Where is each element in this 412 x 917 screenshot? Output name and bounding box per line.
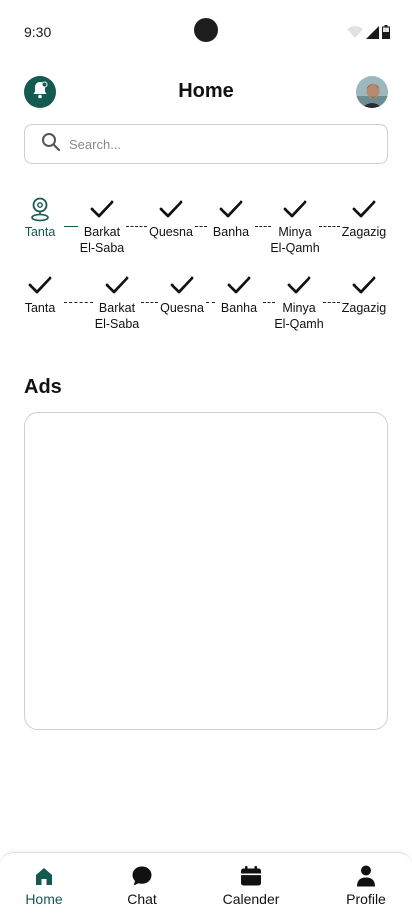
check-icon (158, 196, 184, 222)
step-label: Barkat El-Saba (94, 301, 140, 331)
check-icon (226, 272, 252, 298)
nav-label-calender: Calender (222, 891, 280, 907)
step-label: Minya El-Qamh (274, 301, 324, 331)
check-icon (104, 272, 130, 298)
calendar-icon (240, 865, 262, 887)
check-icon (286, 272, 312, 298)
location-pin-icon (27, 196, 53, 222)
camera-cutout (194, 18, 218, 42)
route-stepper-row-2: Tanta Barkat El-Saba Quesna Banha Minya El-Qam… (0, 272, 412, 336)
step-label: Quesna (149, 225, 193, 239)
status-icons (347, 25, 390, 44)
step-label: Zagazig (341, 225, 387, 239)
check-icon (282, 196, 308, 222)
page-title: Home (178, 80, 234, 102)
check-icon (89, 196, 115, 222)
search-input[interactable] (69, 136, 349, 152)
check-icon (169, 272, 195, 298)
step-label: Tanta (24, 301, 56, 315)
nav-label-profile: Profile (346, 891, 386, 907)
check-icon (351, 272, 377, 298)
check-icon (27, 272, 53, 298)
search-bar[interactable] (24, 124, 388, 164)
step-label: Banha (220, 301, 258, 315)
ads-heading: Ads (24, 376, 62, 398)
app-header: Home (0, 76, 412, 108)
bottom-nav: Home Chat Calender Profile (0, 852, 412, 917)
cellular-signal-icon (366, 25, 379, 44)
step-label: Quesna (160, 301, 204, 315)
chat-bubble-icon (131, 865, 153, 887)
route-stepper-row-1: Tanta Barkat El-Saba Quesna Banha Minya El-Qam… (0, 196, 412, 260)
check-icon (218, 196, 244, 222)
route-step[interactable]: Banha (195, 196, 267, 240)
nav-item-home[interactable]: Home (4, 865, 84, 907)
nav-label-home: Home (25, 891, 63, 907)
nav-item-profile[interactable]: Profile (326, 865, 406, 907)
status-bar: 9:30 (0, 0, 412, 64)
route-step[interactable]: Zagazig (328, 272, 400, 316)
wifi-icon (347, 25, 363, 44)
step-label: Tanta (24, 225, 56, 239)
step-label: Zagazig (341, 301, 387, 315)
check-icon (351, 196, 377, 222)
route-step[interactable]: Tanta (4, 272, 76, 316)
person-icon (355, 865, 377, 887)
step-label: Barkat El-Saba (79, 225, 125, 255)
ads-container (24, 412, 388, 730)
battery-icon (382, 25, 390, 44)
nav-label-chat: Chat (127, 891, 157, 907)
avatar[interactable] (356, 76, 388, 108)
route-step[interactable]: Zagazig (328, 196, 400, 240)
search-icon (41, 132, 61, 157)
nav-item-calender[interactable]: Calender (211, 865, 291, 907)
status-time: 9:30 (24, 24, 52, 40)
step-label: Banha (212, 225, 250, 239)
nav-item-chat[interactable]: Chat (102, 865, 182, 907)
step-label: Minya El-Qamh (270, 225, 320, 255)
home-icon (33, 865, 55, 887)
